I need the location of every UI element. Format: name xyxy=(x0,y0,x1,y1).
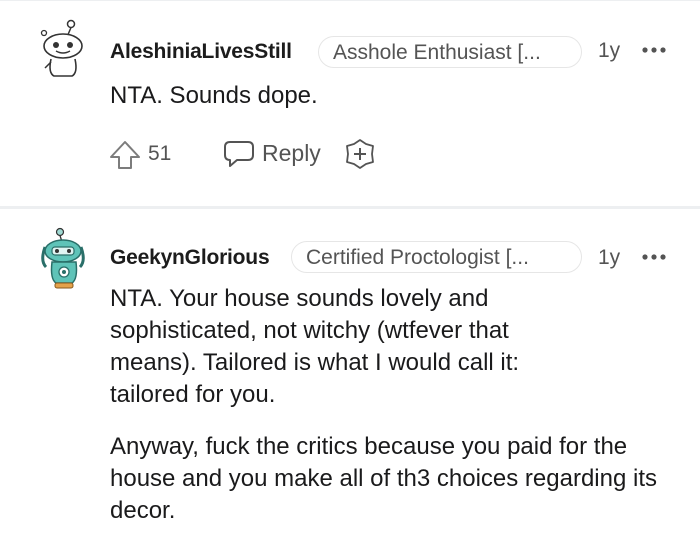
vote-count: 51 xyxy=(148,142,172,165)
award-icon[interactable] xyxy=(344,138,376,170)
comment-username[interactable]: AleshiniaLivesStill xyxy=(110,40,292,64)
reply-button[interactable]: Reply xyxy=(222,136,332,172)
user-flair: Certified Proctologist [... xyxy=(291,241,582,273)
comment-body: NTA. Sounds dope. xyxy=(110,82,318,109)
comment: AleshiniaLivesStill Asshole Enthusiast [… xyxy=(0,0,700,206)
reply-label: Reply xyxy=(262,140,321,166)
more-options-icon[interactable] xyxy=(641,46,667,54)
user-avatar-icon[interactable] xyxy=(36,227,94,291)
comment-age: 1y xyxy=(598,246,621,269)
user-flair: Asshole Enthusiast [... xyxy=(318,36,582,68)
upvote-icon[interactable] xyxy=(108,139,142,171)
comment-age: 1y xyxy=(598,39,621,62)
comment-username[interactable]: GeekynGlorious xyxy=(110,246,270,270)
comment-paragraph: NTA. Your house sounds lovely and sophis… xyxy=(110,285,520,408)
comment-paragraph: Anyway, fuck the critics because you pai… xyxy=(110,433,657,524)
comment: GeekynGlorious Certified Proctologist [.… xyxy=(0,209,700,544)
user-avatar-icon[interactable] xyxy=(34,18,92,82)
reply-icon xyxy=(224,141,254,167)
more-options-icon[interactable] xyxy=(641,253,667,261)
